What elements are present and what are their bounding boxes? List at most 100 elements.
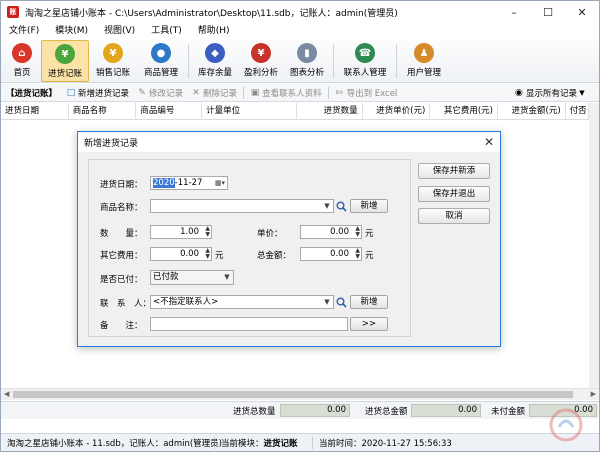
column-header[interactable]: 进货金额(元) [498, 103, 566, 120]
toolbar-sales-button[interactable]: ¥ 销售记账 [89, 40, 137, 82]
calendar-icon[interactable]: ▦▾ [213, 177, 227, 189]
quantity-label: 数 量： [100, 229, 143, 239]
status-file: 淘淘之星店铺小账本 - 11.sdb，记账人：admin(管理员) [1, 436, 222, 449]
total-qty-value: 0.00 [280, 404, 350, 417]
add-goods-button[interactable]: 新增 [350, 199, 388, 213]
toolbar-label: 首页 [13, 68, 31, 78]
scrollbar-thumb[interactable] [13, 391, 573, 398]
vertical-scrollbar[interactable] [589, 103, 599, 388]
chevron-down-icon: ▼ [579, 89, 585, 97]
scroll-left-icon[interactable]: ◀ [4, 390, 9, 398]
edit-record-label: 修改记录 [149, 88, 184, 99]
column-header[interactable]: 进货日期 [1, 103, 69, 120]
sales-icon: ¥ [103, 43, 123, 63]
total-amount-value: 0.00 [411, 404, 481, 417]
new-document-icon: □ [66, 87, 76, 98]
goods-name-combo[interactable]: ▼ [150, 199, 334, 213]
toolbar-label: 销售记账 [95, 68, 130, 78]
date-year: 2020 [153, 178, 175, 188]
app-icon: 账 [7, 6, 19, 18]
paid-status-label: 是否已付： [100, 275, 143, 285]
column-header[interactable]: 商品名称 [69, 103, 137, 120]
minimize-button[interactable]: – [497, 1, 531, 23]
main-window: 账 淘淘之星店铺小账本 - C:\Users\Administrator\Des… [0, 0, 600, 452]
contact-value: <不指定联系人> [153, 297, 219, 307]
menu-tools[interactable]: 工具(T) [143, 23, 190, 40]
chevron-down-icon[interactable]: ▼ [321, 296, 333, 308]
unit-price-stepper[interactable]: 0.00 ▲ ▼ [300, 225, 362, 239]
menu-module[interactable]: 模块(M) [47, 23, 96, 40]
total-amount-unit: 元 [365, 251, 374, 261]
column-header[interactable]: 计量单位 [202, 103, 297, 120]
spin-arrows-icon[interactable]: ▲ ▼ [355, 248, 360, 260]
search-icon[interactable] [335, 295, 348, 309]
column-header[interactable]: 进货单价(元) [363, 103, 431, 120]
scroll-right-icon[interactable]: ▶ [591, 390, 596, 398]
menu-view[interactable]: 视图(V) [96, 23, 143, 40]
horizontal-scrollbar[interactable]: ◀ ▶ [1, 388, 599, 400]
column-header[interactable]: 付否 [566, 103, 589, 120]
date-rest: -11-27 [174, 178, 203, 188]
close-button[interactable]: ✕ [565, 1, 599, 23]
form-group: 进货日期： 2020-11-27 ▦▾ 商品名称： ▼ 新增 数 量： 1.00… [88, 159, 411, 337]
maximize-button[interactable]: ☐ [531, 1, 565, 23]
chevron-down-icon[interactable]: ▼ [321, 200, 333, 212]
toolbar-stock-button[interactable]: ◆ 库存余量 [192, 40, 238, 82]
status-time: 当前时间：2020-11-27 15:56:33 [313, 437, 458, 449]
new-record-button[interactable]: □ 新增进货记录 [62, 87, 133, 99]
toolbar-label: 商品管理 [143, 68, 178, 78]
unit-price-unit: 元 [365, 229, 374, 239]
search-icon[interactable] [335, 199, 348, 213]
spin-arrows-icon[interactable]: ▲ ▼ [205, 226, 210, 238]
status-module-label: 当前模块： [221, 438, 264, 449]
paid-status-select[interactable]: 已付款 ▼ [150, 270, 234, 285]
date-picker[interactable]: 2020-11-27 ▦▾ [150, 176, 228, 190]
toolbar-goods-button[interactable]: ● 商品管理 [137, 40, 185, 82]
new-record-label: 新增进货记录 [78, 88, 130, 99]
contact-combo[interactable]: <不指定联系人> ▼ [150, 295, 334, 309]
column-header[interactable]: 其它费用(元) [430, 103, 498, 120]
delete-record-button[interactable]: ✕ 删除记录 [187, 87, 241, 99]
add-contact-button[interactable]: 新增 [350, 295, 388, 309]
status-time-label: 当前时间： [319, 438, 362, 449]
toolbar-label: 库存余量 [197, 68, 232, 78]
export-excel-button[interactable]: ⇰ 导出到 Excel [331, 87, 402, 99]
edit-record-button[interactable]: ✎ 修改记录 [133, 87, 187, 99]
chevron-down-icon[interactable]: ▼ [221, 271, 233, 283]
stock-icon: ◆ [205, 43, 225, 63]
show-all-records-button[interactable]: ◉ 显示所有记录 ▼ [510, 84, 593, 102]
main-toolbar: ⌂ 首页 ¥ 进货记账 ¥ 销售记账 ● 商品管理 ◆ 库存余量 ¥ 盈利分析 … [1, 40, 599, 83]
note-expand-button[interactable]: >> [350, 317, 388, 331]
toolbar-users-button[interactable]: ♟ 用户管理 [400, 40, 448, 82]
view-contact-label: 查看联系人资料 [262, 88, 322, 99]
save-and-add-button[interactable]: 保存并新添 [418, 163, 490, 179]
toolbar-purchase-button[interactable]: ¥ 进货记账 [41, 40, 89, 82]
module-title: 【进货记账】 [6, 88, 58, 99]
toolbar-profit-button[interactable]: ¥ 盈利分析 [238, 40, 284, 82]
menu-file[interactable]: 文件(F) [1, 23, 47, 40]
title-bar: 账 淘淘之星店铺小账本 - C:\Users\Administrator\Des… [1, 1, 599, 23]
note-input[interactable] [150, 317, 348, 331]
unit-price-label: 单价： [257, 229, 283, 239]
save-and-exit-button[interactable]: 保存并退出 [418, 186, 490, 202]
spin-arrows-icon[interactable]: ▲ ▼ [205, 248, 210, 260]
subbar-separator [243, 86, 245, 99]
column-header[interactable]: 商品编号 [136, 103, 203, 120]
status-module-value: 进货记账 [263, 438, 298, 449]
purchase-icon: ¥ [55, 44, 75, 64]
eye-icon: ◉ [515, 88, 523, 98]
toolbar-contacts-button[interactable]: ☎ 联系人管理 [337, 40, 393, 82]
status-time-value: 2020-11-27 15:56:33 [361, 438, 452, 449]
column-header[interactable]: 进货数量 [297, 103, 363, 120]
cancel-button[interactable]: 取消 [418, 208, 490, 224]
view-contact-button[interactable]: ▣ 查看联系人资料 [246, 87, 326, 99]
toolbar-home-button[interactable]: ⌂ 首页 [3, 40, 41, 82]
total-amount-stepper[interactable]: 0.00 ▲ ▼ [300, 247, 362, 261]
toolbar-chart-button[interactable]: ▮ 图表分析 [284, 40, 330, 82]
contact-label: 联 系 人： [100, 299, 152, 309]
menu-help[interactable]: 帮助(H) [190, 23, 238, 40]
spin-arrows-icon[interactable]: ▲ ▼ [355, 226, 360, 238]
dialog-close-icon[interactable]: ✕ [484, 135, 494, 149]
other-fee-stepper[interactable]: 0.00 ▲ ▼ [150, 247, 212, 261]
quantity-stepper[interactable]: 1.00 ▲ ▼ [150, 225, 212, 239]
